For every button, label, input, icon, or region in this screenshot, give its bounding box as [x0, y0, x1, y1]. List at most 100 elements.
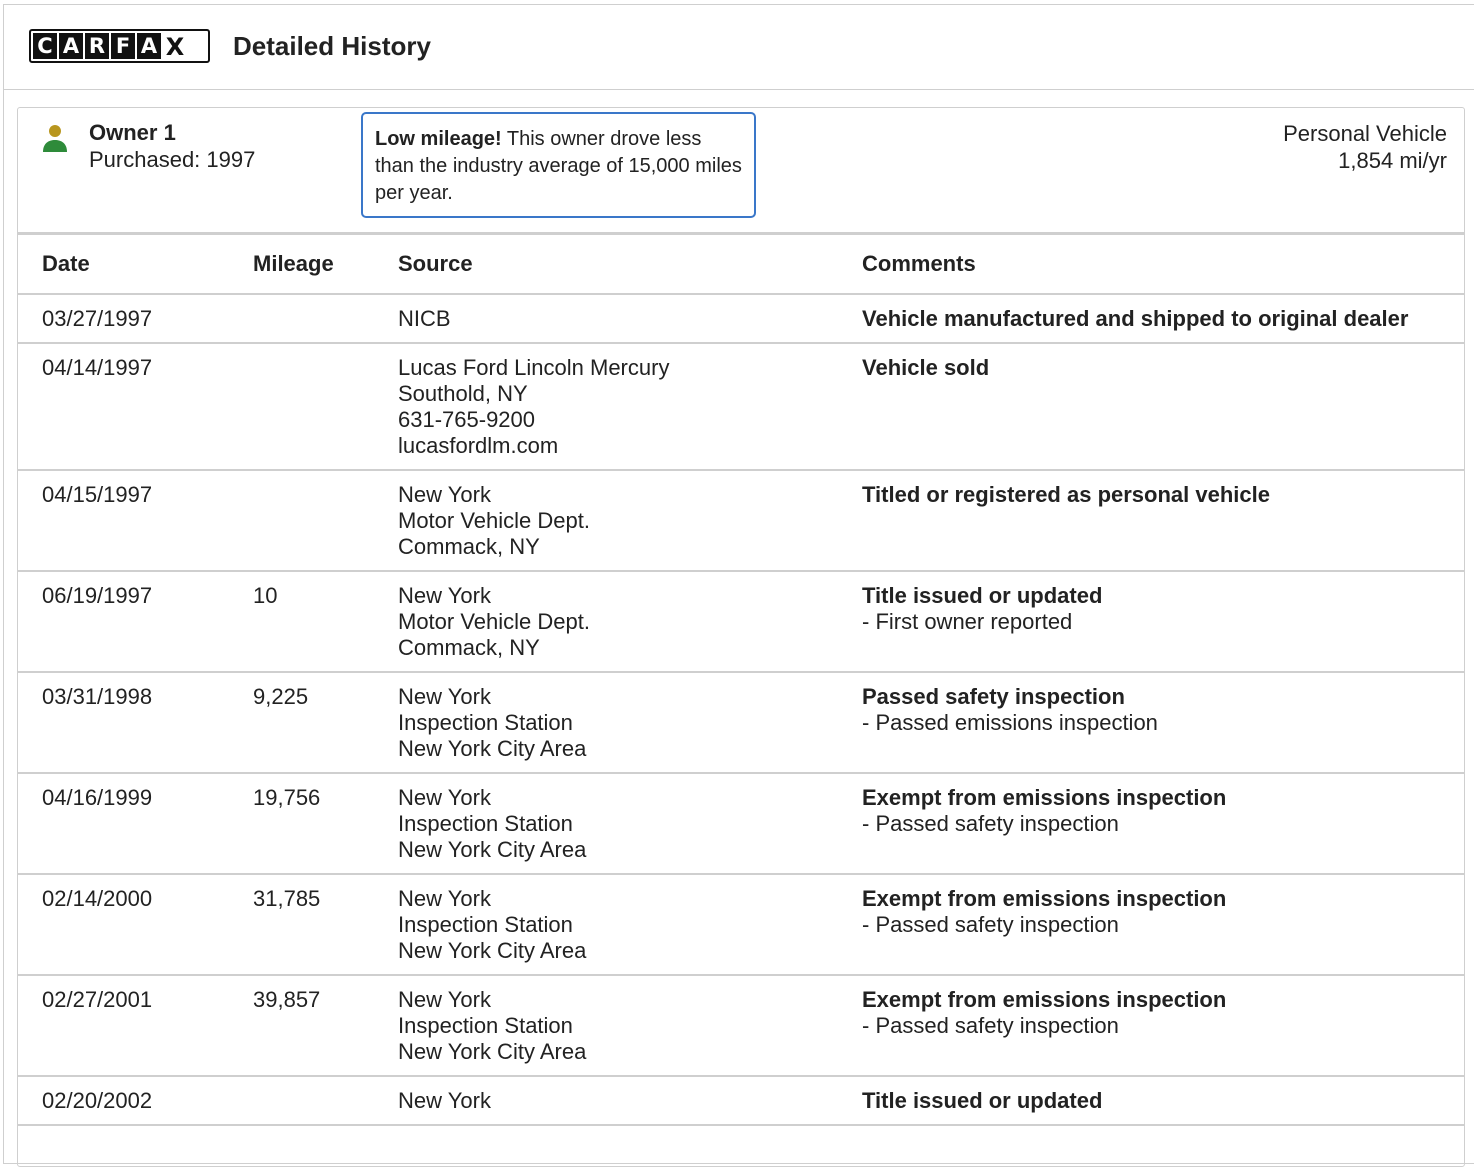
- column-header-comments: Comments: [862, 233, 1464, 295]
- cell-date: 04/15/1997: [18, 470, 253, 572]
- cell-mileage: 9,225: [253, 672, 398, 774]
- table-row: 04/15/1997 New York Motor Vehicle Dept. Com…: [18, 470, 1464, 572]
- logo-letter: C: [33, 33, 57, 59]
- source-line: lucasfordlm.com: [398, 433, 559, 458]
- comment-title: Passed safety inspection: [862, 684, 1125, 709]
- source-line: NICB: [398, 306, 451, 331]
- cell-date: 04/14/1997: [18, 343, 253, 471]
- comment-title: Exempt from emissions inspection: [862, 987, 1227, 1012]
- owner-purchased: Purchased: 1997: [89, 147, 256, 172]
- cell-source: New York: [398, 1076, 862, 1126]
- cell-mileage: 39,857: [253, 975, 398, 1077]
- table-row: 03/27/1997 NICB Vehicle manufactured and s…: [18, 294, 1464, 344]
- cell-comments: Exempt from emissions inspection - Passed…: [862, 874, 1464, 976]
- source-line: New York: [398, 785, 491, 810]
- cell-source: New York Inspection Station New York City …: [398, 975, 862, 1077]
- source-line: 631-765-9200: [398, 407, 536, 432]
- cell-date: 03/31/1998: [18, 672, 253, 774]
- table-row: 02/14/2000 31,785 New York Inspection Stati…: [18, 874, 1464, 976]
- cell-comments: Vehicle sold: [862, 343, 1464, 471]
- page-title: Detailed History: [233, 31, 431, 61]
- comment-detail: - Passed emissions inspection: [862, 710, 1158, 735]
- source-line: Lucas Ford Lincoln Mercury: [398, 355, 670, 380]
- report-header: C A R F A X Detailed History: [4, 5, 1474, 90]
- low-mileage-callout: Low mileage! This owner drove less than …: [361, 112, 756, 218]
- cell-mileage: [253, 470, 398, 572]
- table-row: 03/31/1998 9,225 New York Inspection Statio…: [18, 672, 1464, 774]
- logo-letter: R: [85, 33, 109, 59]
- source-line: Commack, NY: [398, 635, 540, 660]
- comment-title: Vehicle manufactured and shipped to orig…: [862, 306, 1409, 331]
- cell-comments: Title issued or updated - First owner rep…: [862, 571, 1464, 673]
- cell-source: New York Motor Vehicle Dept. Commack, NY: [398, 571, 862, 673]
- source-line: Southold, NY: [398, 381, 528, 406]
- column-header-date: Date: [18, 233, 253, 295]
- person-icon: [43, 125, 67, 152]
- cell-source: New York Motor Vehicle Dept. Commack, NY: [398, 470, 862, 572]
- source-line: Inspection Station: [398, 811, 573, 836]
- comment-detail: - Passed safety inspection: [862, 1013, 1119, 1038]
- cell-comments: Passed safety inspection - Passed emissio…: [862, 672, 1464, 774]
- cell-source: New York Inspection Station New York City …: [398, 773, 862, 875]
- comment-title: Exempt from emissions inspection: [862, 886, 1227, 911]
- carfax-logo: C A R F A X: [29, 29, 210, 63]
- source-line: New York: [398, 987, 491, 1012]
- source-line: New York City Area: [398, 1039, 587, 1064]
- owner-history-panel: Owner 1 Purchased: 1997 Low mileage! Thi…: [17, 107, 1465, 1167]
- source-line: New York City Area: [398, 837, 587, 862]
- cell-mileage: 10: [253, 571, 398, 673]
- cell-mileage: 31,785: [253, 874, 398, 976]
- source-line: Inspection Station: [398, 912, 573, 937]
- cell-source: Lucas Ford Lincoln Mercury Southold, NY 63…: [398, 343, 862, 471]
- owner-usage: Personal Vehicle 1,854 mi/yr: [1283, 120, 1447, 174]
- source-line: Inspection Station: [398, 710, 573, 735]
- cell-comments: Titled or registered as personal vehicle: [862, 470, 1464, 572]
- table-row: 06/19/1997 10 New York Motor Vehicle Dept. C…: [18, 571, 1464, 673]
- source-line: New York: [398, 886, 491, 911]
- table-row: 02/20/2002 New York Title issued or update…: [18, 1076, 1464, 1126]
- table-row: 04/14/1997 Lucas Ford Lincoln Mercury Sout…: [18, 343, 1464, 471]
- comment-title: Vehicle sold: [862, 355, 990, 380]
- cell-comments: Exempt from emissions inspection - Passed…: [862, 975, 1464, 1077]
- cell-mileage: [253, 294, 398, 344]
- cell-mileage: [253, 1076, 398, 1126]
- report-container: C A R F A X Detailed History Owner 1 Pur…: [3, 4, 1474, 1167]
- table-row: 02/27/2001 39,857 New York Inspection Stati…: [18, 975, 1464, 1077]
- cell-source: NICB: [398, 294, 862, 344]
- cell-comments: Vehicle manufactured and shipped to orig…: [862, 294, 1464, 344]
- source-line: Motor Vehicle Dept.: [398, 508, 590, 533]
- logo-letter: A: [137, 33, 161, 59]
- column-header-mileage: Mileage: [253, 233, 398, 295]
- source-line: New York: [398, 482, 491, 507]
- cell-date: 02/20/2002: [18, 1076, 253, 1126]
- cell-date: 04/16/1999: [18, 773, 253, 875]
- logo-letter: X: [163, 33, 187, 59]
- source-line: New York City Area: [398, 736, 587, 761]
- source-line: Inspection Station: [398, 1013, 573, 1038]
- cell-source: New York Inspection Station New York City …: [398, 874, 862, 976]
- table-header-row: Date Mileage Source Comments: [18, 233, 1464, 295]
- cell-mileage: 19,756: [253, 773, 398, 875]
- source-line: Motor Vehicle Dept.: [398, 609, 590, 634]
- owner-summary: Owner 1 Purchased: 1997 Low mileage! Thi…: [18, 108, 1464, 232]
- callout-highlight: Low mileage!: [375, 128, 502, 150]
- source-line: New York: [398, 583, 491, 608]
- logo-letter: F: [111, 33, 135, 59]
- logo-letter: A: [59, 33, 83, 59]
- history-table: Date Mileage Source Comments 03/27/1997 N…: [18, 232, 1464, 1126]
- source-line: New York: [398, 684, 491, 709]
- cell-source: New York Inspection Station New York City …: [398, 672, 862, 774]
- comment-title: Titled or registered as personal vehicle: [862, 482, 1270, 507]
- owner-name: Owner 1: [89, 120, 176, 145]
- comment-detail: - Passed safety inspection: [862, 811, 1119, 836]
- comment-detail: - Passed safety inspection: [862, 912, 1119, 937]
- cell-date: 02/14/2000: [18, 874, 253, 976]
- comment-title: Title issued or updated: [862, 1088, 1103, 1113]
- cell-comments: Title issued or updated: [862, 1076, 1464, 1126]
- cell-date: 03/27/1997: [18, 294, 253, 344]
- table-row: 04/16/1999 19,756 New York Inspection Stati…: [18, 773, 1464, 875]
- source-line: New York City Area: [398, 938, 587, 963]
- source-line: New York: [398, 1088, 491, 1113]
- source-line: Commack, NY: [398, 534, 540, 559]
- comment-title: Title issued or updated: [862, 583, 1103, 608]
